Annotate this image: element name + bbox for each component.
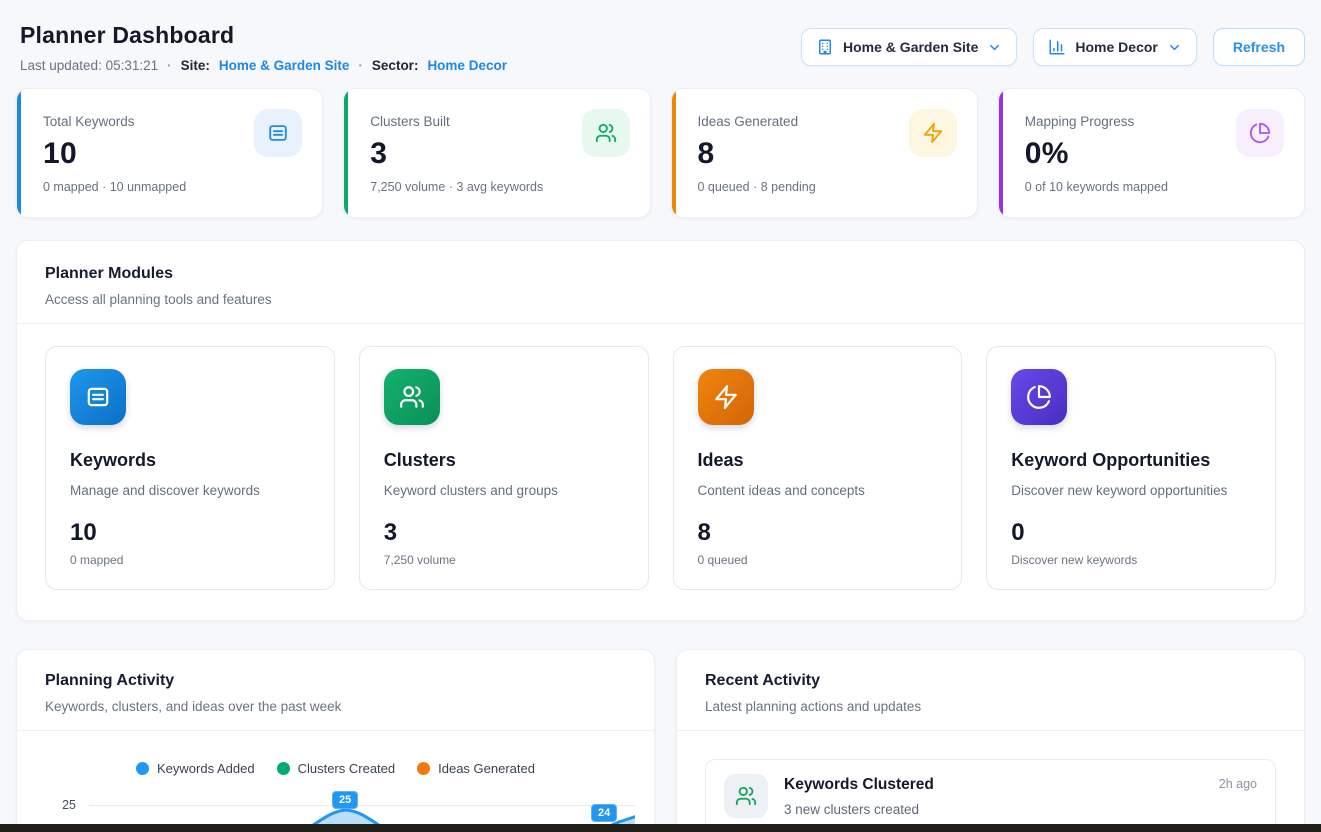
modules-section-header: Planner Modules Access all planning tool…	[17, 241, 1304, 323]
module-card-ideas[interactable]: Ideas Content ideas and concepts 8 0 que…	[673, 346, 963, 590]
last-updated-text: Last updated: 05:31:21	[20, 58, 158, 73]
modules-section-subtitle: Access all planning tools and features	[45, 292, 1276, 307]
sector-selector-dropdown[interactable]: Home Decor	[1033, 28, 1196, 66]
users-icon	[384, 369, 440, 425]
stat-card-ideas-generated[interactable]: Ideas Generated 8 0 queued · 8 pending	[671, 88, 978, 218]
legend-label: Clusters Created	[298, 761, 396, 776]
page-title: Planner Dashboard	[20, 22, 507, 49]
planning-activity-title: Planning Activity	[45, 672, 626, 690]
activity-item-description: 3 new clusters created	[784, 802, 1203, 817]
chevron-down-icon	[987, 40, 1002, 55]
refresh-button[interactable]: Refresh	[1213, 28, 1305, 66]
module-title: Keyword Opportunities	[1011, 450, 1251, 471]
module-description: Content ideas and concepts	[698, 483, 938, 498]
module-card-keywords[interactable]: Keywords Manage and discover keywords 10…	[45, 346, 335, 590]
header-toolbar: Home & Garden Site Home Decor Refresh	[801, 28, 1305, 66]
page-header: Planner Dashboard Last updated: 05:31:21…	[0, 0, 1321, 73]
module-card-clusters[interactable]: Clusters Keyword clusters and groups 3 7…	[359, 346, 649, 590]
stats-row: Total Keywords 10 0 mapped · 10 unmapped…	[0, 88, 1321, 218]
users-icon	[582, 109, 630, 157]
legend-label: Keywords Added	[157, 761, 255, 776]
legend-label: Ideas Generated	[438, 761, 535, 776]
document-icon	[254, 109, 302, 157]
chart-legend: Keywords Added Clusters Created Ideas Ge…	[17, 761, 654, 776]
data-point-label-end: 24	[591, 804, 617, 822]
legend-item-ideas-generated[interactable]: Ideas Generated	[417, 761, 535, 776]
stat-card-mapping-progress[interactable]: Mapping Progress 0% 0 of 10 keywords map…	[998, 88, 1305, 218]
bottom-row: Planning Activity Keywords, clusters, an…	[0, 649, 1321, 832]
stat-card-clusters-built[interactable]: Clusters Built 3 7,250 volume · 3 avg ke…	[343, 88, 650, 218]
modules-grid: Keywords Manage and discover keywords 10…	[17, 324, 1304, 620]
meta-separator: ·	[167, 58, 172, 73]
recent-activity-subtitle: Latest planning actions and updates	[705, 699, 1276, 714]
legend-dot-orange	[417, 762, 430, 775]
building-icon	[816, 38, 834, 56]
module-title: Clusters	[384, 450, 624, 471]
header-meta: Last updated: 05:31:21 · Site: Home & Ga…	[20, 58, 507, 73]
sector-selector-label: Home Decor	[1075, 39, 1157, 55]
stat-subtext: 7,250 volume · 3 avg keywords	[370, 180, 625, 194]
bar-chart-icon	[1048, 38, 1066, 56]
pie-chart-icon	[1236, 109, 1284, 157]
module-card-keyword-opportunities[interactable]: Keyword Opportunities Discover new keywo…	[986, 346, 1276, 590]
legend-item-clusters-created[interactable]: Clusters Created	[277, 761, 396, 776]
activity-item-timestamp: 2h ago	[1219, 774, 1257, 791]
planning-activity-header: Planning Activity Keywords, clusters, an…	[17, 650, 654, 730]
site-selector-dropdown[interactable]: Home & Garden Site	[801, 28, 1017, 66]
sector-label: Sector:	[372, 58, 419, 73]
bottom-edge-bar	[0, 824, 1321, 832]
site-selector-label: Home & Garden Site	[843, 39, 978, 55]
legend-dot-green	[277, 762, 290, 775]
module-value: 8	[698, 519, 938, 547]
zap-icon	[909, 109, 957, 157]
module-subtext: 0 mapped	[70, 553, 310, 567]
module-subtext: 7,250 volume	[384, 553, 624, 567]
module-value: 10	[70, 519, 310, 547]
module-value: 0	[1011, 519, 1251, 547]
activity-item-keywords-clustered[interactable]: Keywords Clustered 3 new clusters create…	[705, 759, 1276, 832]
zap-icon	[698, 369, 754, 425]
stat-subtext: 0 mapped · 10 unmapped	[43, 180, 298, 194]
chevron-down-icon	[1167, 40, 1182, 55]
module-description: Discover new keyword opportunities	[1011, 483, 1251, 498]
planning-activity-card: Planning Activity Keywords, clusters, an…	[16, 649, 655, 832]
activity-item-body: Keywords Clustered 3 new clusters create…	[784, 774, 1203, 817]
module-title: Keywords	[70, 450, 310, 471]
stat-card-total-keywords[interactable]: Total Keywords 10 0 mapped · 10 unmapped	[16, 88, 323, 218]
stat-subtext: 0 of 10 keywords mapped	[1025, 180, 1280, 194]
planner-modules-section: Planner Modules Access all planning tool…	[16, 240, 1305, 621]
module-subtext: 0 queued	[698, 553, 938, 567]
module-subtext: Discover new keywords	[1011, 553, 1251, 567]
header-left: Planner Dashboard Last updated: 05:31:21…	[20, 22, 507, 73]
activity-item-title: Keywords Clustered	[784, 776, 1203, 794]
modules-section-title: Planner Modules	[45, 265, 1276, 283]
recent-activity-card: Recent Activity Latest planning actions …	[676, 649, 1305, 832]
stat-subtext: 0 queued · 8 pending	[698, 180, 953, 194]
divider	[17, 730, 654, 731]
module-description: Manage and discover keywords	[70, 483, 310, 498]
divider	[677, 730, 1304, 731]
document-icon	[70, 369, 126, 425]
pie-chart-icon	[1011, 369, 1067, 425]
recent-activity-title: Recent Activity	[705, 672, 1276, 690]
recent-activity-header: Recent Activity Latest planning actions …	[677, 650, 1304, 730]
site-label: Site:	[181, 58, 210, 73]
module-value: 3	[384, 519, 624, 547]
users-icon	[724, 774, 768, 818]
legend-item-keywords-added[interactable]: Keywords Added	[136, 761, 255, 776]
module-description: Keyword clusters and groups	[384, 483, 624, 498]
data-point-label-peak: 25	[332, 791, 358, 809]
planner-dashboard-page: Planner Dashboard Last updated: 05:31:21…	[0, 0, 1321, 832]
legend-dot-blue	[136, 762, 149, 775]
planning-activity-subtitle: Keywords, clusters, and ideas over the p…	[45, 699, 626, 714]
site-link[interactable]: Home & Garden Site	[219, 58, 350, 73]
sector-link[interactable]: Home Decor	[427, 58, 507, 73]
module-title: Ideas	[698, 450, 938, 471]
meta-separator: ·	[358, 58, 363, 73]
